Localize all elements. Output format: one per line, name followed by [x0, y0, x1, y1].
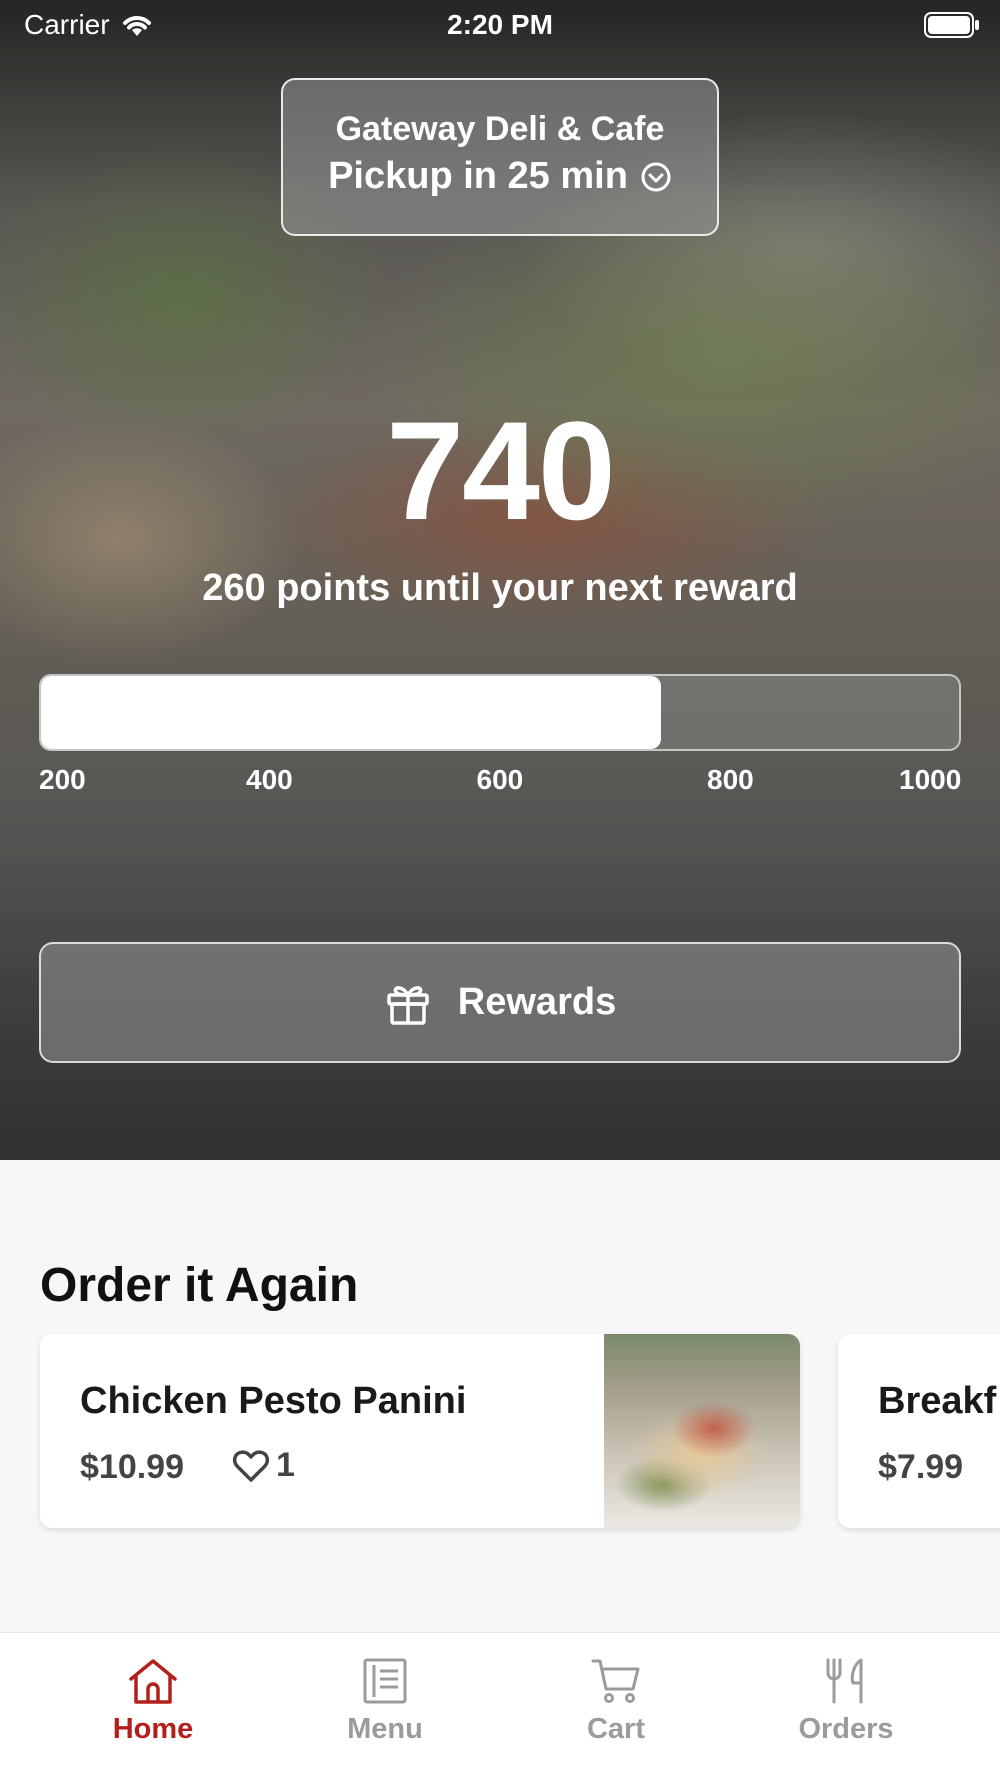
tab-orders[interactable]: Orders — [730, 1633, 962, 1778]
points-balance: 740 — [386, 392, 616, 549]
heart-icon — [232, 1449, 270, 1482]
tab-home[interactable]: Home — [37, 1633, 269, 1778]
progress-tick-label: 400 — [246, 764, 293, 795]
battery-icon — [924, 12, 979, 38]
item-price: $7.99 — [878, 1448, 964, 1486]
order-again-item[interactable]: Chicken Pesto Panini $10.99 1 — [40, 1334, 800, 1528]
points-until-reward: 260 points until your next reward — [202, 567, 798, 609]
item-name: Breakf — [878, 1380, 997, 1422]
item-likes-count: 1 — [276, 1446, 295, 1484]
item-likes[interactable]: 1 — [232, 1446, 295, 1485]
chevron-down-circle-icon — [641, 162, 671, 191]
location-name: Gateway Deli & Cafe — [335, 110, 665, 148]
tab-bar: Home Menu Cart Orders — [0, 1632, 1000, 1778]
rewards-progress-bar — [39, 674, 961, 751]
rewards-button-label: Rewards — [457, 981, 617, 1023]
pickup-time-row: Pickup in 25 min — [283, 155, 717, 198]
tab-menu[interactable]: Menu — [269, 1633, 501, 1778]
tab-menu-label: Menu — [347, 1713, 423, 1745]
location-selector[interactable]: Gateway Deli & Cafe Pickup in 25 min — [281, 78, 719, 236]
home-icon — [129, 1659, 177, 1704]
gift-icon — [387, 985, 429, 1025]
progress-tick-label: 1000 — [899, 764, 962, 795]
item-price: $10.99 — [80, 1448, 184, 1486]
progress-tick-labels: 200 400 600 800 1000 — [39, 764, 961, 804]
progress-tick-label: 600 — [476, 764, 524, 795]
tab-cart[interactable]: Cart — [500, 1633, 732, 1778]
utensils-icon — [826, 1658, 863, 1704]
order-again-title: Order it Again — [40, 1259, 359, 1312]
cart-icon — [591, 1659, 640, 1703]
tab-cart-label: Cart — [586, 1713, 645, 1745]
tab-home-label: Home — [112, 1713, 194, 1745]
rewards-progress-fill — [41, 676, 661, 749]
menu-icon — [363, 1658, 407, 1704]
status-time: 2:20 PM — [447, 9, 553, 40]
progress-tick-label: 800 — [707, 764, 754, 795]
rewards-button[interactable]: Rewards — [39, 942, 961, 1063]
progress-tick-label: 200 — [39, 764, 86, 795]
order-again-item[interactable]: Breakf $7.99 — [838, 1334, 1000, 1528]
pickup-time: Pickup in 25 min — [328, 155, 628, 197]
tab-orders-label: Orders — [798, 1713, 894, 1745]
item-photo — [604, 1334, 800, 1528]
status-bar: Carrier 2:20 PM — [0, 0, 1000, 50]
item-name: Chicken Pesto Panini — [80, 1380, 467, 1422]
